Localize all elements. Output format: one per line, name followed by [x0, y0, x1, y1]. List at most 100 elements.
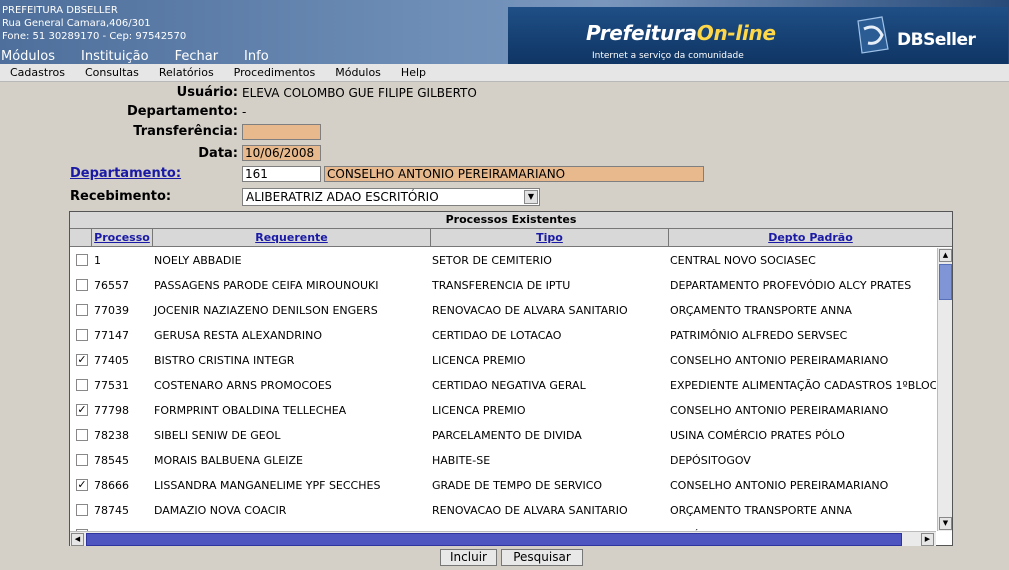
row-checkbox[interactable] [76, 279, 88, 291]
menu-procedimentos[interactable]: Procedimentos [224, 66, 326, 79]
menu-help[interactable]: Help [391, 66, 436, 79]
topnav-info[interactable]: Info [244, 49, 269, 65]
cell-requerente: NOELY ABBADIE [154, 254, 242, 267]
table-row[interactable]: 76557 PASSAGENS PARODE CEIFA MIROUNOUKI TR… [70, 273, 936, 298]
cell-requerente: JOCENIR NAZIAZENO DENILSON ENGERS [154, 304, 378, 317]
incluir-button[interactable]: Incluir [440, 549, 497, 566]
header-requerente[interactable]: Requerente [153, 229, 431, 247]
cell-depto-padrao: PATRIMÔNIO ALFREDO SERVSEC [670, 329, 848, 342]
scroll-right-icon[interactable]: ▶ [921, 533, 934, 546]
vertical-scrollbar[interactable]: ▲ ▼ [937, 248, 952, 531]
cell-tipo: TRANSFERENCIA DE IPTU [432, 279, 571, 292]
vertical-scroll-thumb[interactable] [939, 264, 952, 300]
row-checkbox[interactable] [76, 504, 88, 516]
data-field[interactable]: 10/06/2008 [242, 145, 321, 161]
cell-processo: 77147 [94, 329, 129, 342]
cell-depto-padrao: DEPARTAMENTO PROFEVÓDIO ALCY PRATES [670, 279, 912, 292]
header-processo[interactable]: Processo [92, 229, 153, 247]
table-row[interactable]: 77039 JOCENIR NAZIAZENO DENILSON ENGERS RE… [70, 298, 936, 323]
header-banner: PREFEITURA DBSELLER Rua General Camara,4… [0, 0, 1009, 64]
header-depto-padrao[interactable]: Depto Padrão [669, 229, 952, 247]
departamento-code-field[interactable]: 161 [242, 166, 321, 182]
topnav-instituicao[interactable]: Instituição [81, 49, 149, 65]
cell-depto-padrao: CONSELHO ANTONIO PEREIRAMARIANO [670, 354, 889, 367]
cell-processo: 77039 [94, 304, 129, 317]
table-row[interactable]: 78745 DAMAZIO NOVA COACIR RENOVACAO DE ALV… [70, 498, 936, 523]
topnav-fechar[interactable]: Fechar [175, 49, 218, 65]
cell-requerente: PASSAGENS PARODE CEIFA MIROUNOUKI [154, 279, 379, 292]
usuario-label: Usuário: [176, 85, 238, 100]
cell-depto-padrao: ORÇAMENTO TRANSPORTE ANNA [670, 304, 852, 317]
table-header: Processo Requerente Tipo Depto Padrão [70, 229, 952, 247]
scroll-up-icon[interactable]: ▲ [939, 249, 952, 262]
menu-consultas[interactable]: Consultas [75, 66, 149, 79]
row-checkbox[interactable] [76, 429, 88, 441]
departamento-lookup-link[interactable]: Departamento: [70, 166, 181, 181]
chevron-down-icon[interactable]: ▼ [524, 190, 538, 204]
pesquisar-button[interactable]: Pesquisar [501, 549, 583, 566]
row-checkbox[interactable] [76, 304, 88, 316]
table-row[interactable]: 78238 SIBELI SENIW DE GEOL PARCELAMENTO DE… [70, 423, 936, 448]
horizontal-scroll-thumb[interactable] [86, 533, 902, 546]
table-row[interactable]: 77531 COSTENARO ARNS PROMOCOES CERTIDAO NE… [70, 373, 936, 398]
table-row[interactable]: ✓ 77405 BISTRO CRISTINA INTEGR LICENCA PREM… [70, 348, 936, 373]
cell-tipo: RENOVACAO DE ALVARA SANITARIO [432, 504, 628, 517]
cell-requerente: FORMPRINT OBALDINA TELLECHEA [154, 404, 347, 417]
cell-tipo: CERTIDAO NEGATIVA GERAL [432, 379, 586, 392]
institution-address: Rua General Camara,406/301 [2, 18, 151, 29]
cell-depto-padrao: EXPEDIENTE ALIMENTAÇÃO CADASTROS 1ºBLOC [670, 379, 936, 392]
scroll-down-icon[interactable]: ▼ [939, 517, 952, 530]
departamento-link-label[interactable]: Departamento: [70, 166, 181, 181]
row-checkbox[interactable] [76, 454, 88, 466]
menu-relatorios[interactable]: Relatórios [149, 66, 224, 79]
recebimento-label: Recebimento: [70, 189, 172, 204]
menubar: Cadastros Consultas Relatórios Procedime… [0, 64, 1009, 82]
row-checkbox[interactable]: ✓ [76, 354, 88, 366]
table-row[interactable]: ✓ 77798 FORMPRINT OBALDINA TELLECHEA LICENC… [70, 398, 936, 423]
row-checkbox[interactable] [76, 379, 88, 391]
row-checkbox[interactable]: ✓ [76, 479, 88, 491]
row-checkbox[interactable]: ✓ [76, 404, 88, 416]
departamento-name-field: CONSELHO ANTONIO PEREIRAMARIANO [324, 166, 704, 182]
topnav-modulos[interactable]: Módulos [1, 49, 55, 65]
horizontal-scrollbar[interactable]: ◀ ▶ [70, 531, 936, 546]
table-body: 1 NOELY ABBADIE SETOR DE CEMITERIO CENTRAL … [70, 248, 936, 533]
usuario-value: ELEVA COLOMBO GUE FILIPE GILBERTO [242, 86, 477, 100]
processos-table: Processos Existentes Processo Requerente… [69, 211, 953, 546]
table-row[interactable]: ✓ 78666 LISSANDRA MANGANELIME YPF SECCHES G… [70, 473, 936, 498]
table-caption: Processos Existentes [70, 212, 952, 229]
cell-processo: 77531 [94, 379, 129, 392]
cell-depto-padrao: USINA COMÉRCIO PRATES PÓLO [670, 429, 845, 442]
cell-processo: 77405 [94, 354, 129, 367]
cell-depto-padrao: CONSELHO ANTONIO PEREIRAMARIANO [670, 479, 889, 492]
menu-modulos[interactable]: Módulos [325, 66, 391, 79]
cell-requerente: DAMAZIO NOVA COACIR [154, 504, 287, 517]
brand-title-highlight: On-line [696, 21, 776, 45]
departamento-label: Departamento: [126, 104, 238, 119]
vendor-name: DBSeller [897, 30, 976, 50]
scroll-left-icon[interactable]: ◀ [71, 533, 84, 546]
transferencia-field[interactable] [242, 124, 321, 140]
table-row[interactable]: 78545 MORAIS BALBUENA GLEIZE HABITE-SE DEPÓ… [70, 448, 936, 473]
cell-processo: 76557 [94, 279, 129, 292]
dbseller-logo-icon [857, 16, 889, 54]
header-tipo[interactable]: Tipo [431, 229, 669, 247]
prefeitura-online-logo: PrefeituraOn-line [586, 21, 776, 45]
cell-tipo: GRADE DE TEMPO DE SERVICO [432, 479, 603, 492]
cell-processo: 78666 [94, 479, 129, 492]
cell-processo: 78238 [94, 429, 129, 442]
menu-cadastros[interactable]: Cadastros [0, 66, 75, 79]
table-row[interactable]: 1 NOELY ABBADIE SETOR DE CEMITERIO CENTRAL … [70, 248, 936, 273]
cell-tipo: PARCELAMENTO DE DIVIDA [432, 429, 582, 442]
row-checkbox[interactable] [76, 254, 88, 266]
cell-depto-padrao: DEPÓSITOGOV [670, 454, 751, 467]
table-row[interactable]: 77147 GERUSA RESTA ALEXANDRINO CERTIDAO DE… [70, 323, 936, 348]
institution-name: PREFEITURA DBSELLER [2, 5, 118, 16]
recebimento-select[interactable]: ALIBERATRIZ ADAO ESCRITÓRIO ▼ [242, 188, 540, 206]
row-checkbox[interactable] [76, 329, 88, 341]
cell-processo: 1 [94, 254, 101, 267]
cell-requerente: COSTENARO ARNS PROMOCOES [154, 379, 332, 392]
cell-requerente: MORAIS BALBUENA GLEIZE [154, 454, 303, 467]
cell-requerente: LISSANDRA MANGANELIME YPF SECCHES [154, 479, 381, 492]
cell-requerente: SIBELI SENIW DE GEOL [154, 429, 281, 442]
